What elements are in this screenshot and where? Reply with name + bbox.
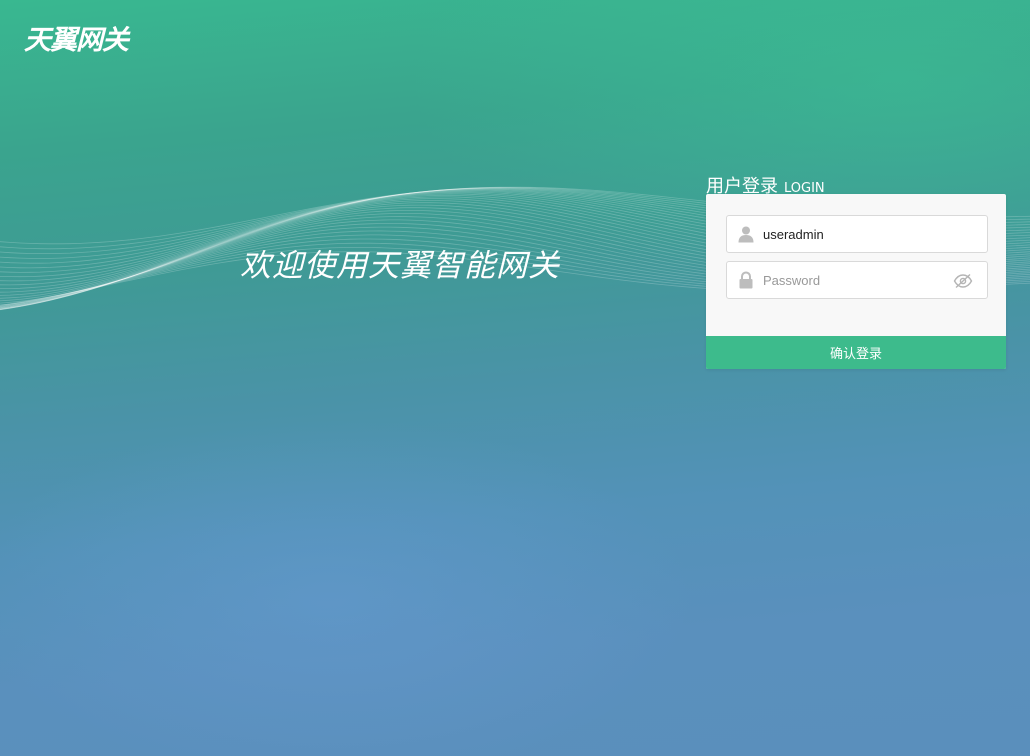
user-icon bbox=[738, 226, 754, 243]
lock-icon bbox=[739, 271, 753, 289]
confirm-login-button[interactable]: 确认登录 bbox=[706, 336, 1006, 369]
brand-logo: 天翼网关 bbox=[24, 25, 129, 56]
password-input[interactable] bbox=[763, 262, 953, 298]
login-page: 天翼网关 欢迎使用天翼智能网关 用户登录LOGIN 确认登录 bbox=[0, 0, 1030, 756]
welcome-text: 欢迎使用天翼智能网关 bbox=[240, 248, 560, 284]
username-field bbox=[726, 215, 988, 253]
login-form: 确认登录 bbox=[706, 194, 1006, 369]
username-input[interactable] bbox=[763, 216, 953, 252]
eye-slash-icon[interactable] bbox=[953, 273, 973, 289]
password-field bbox=[726, 261, 988, 299]
